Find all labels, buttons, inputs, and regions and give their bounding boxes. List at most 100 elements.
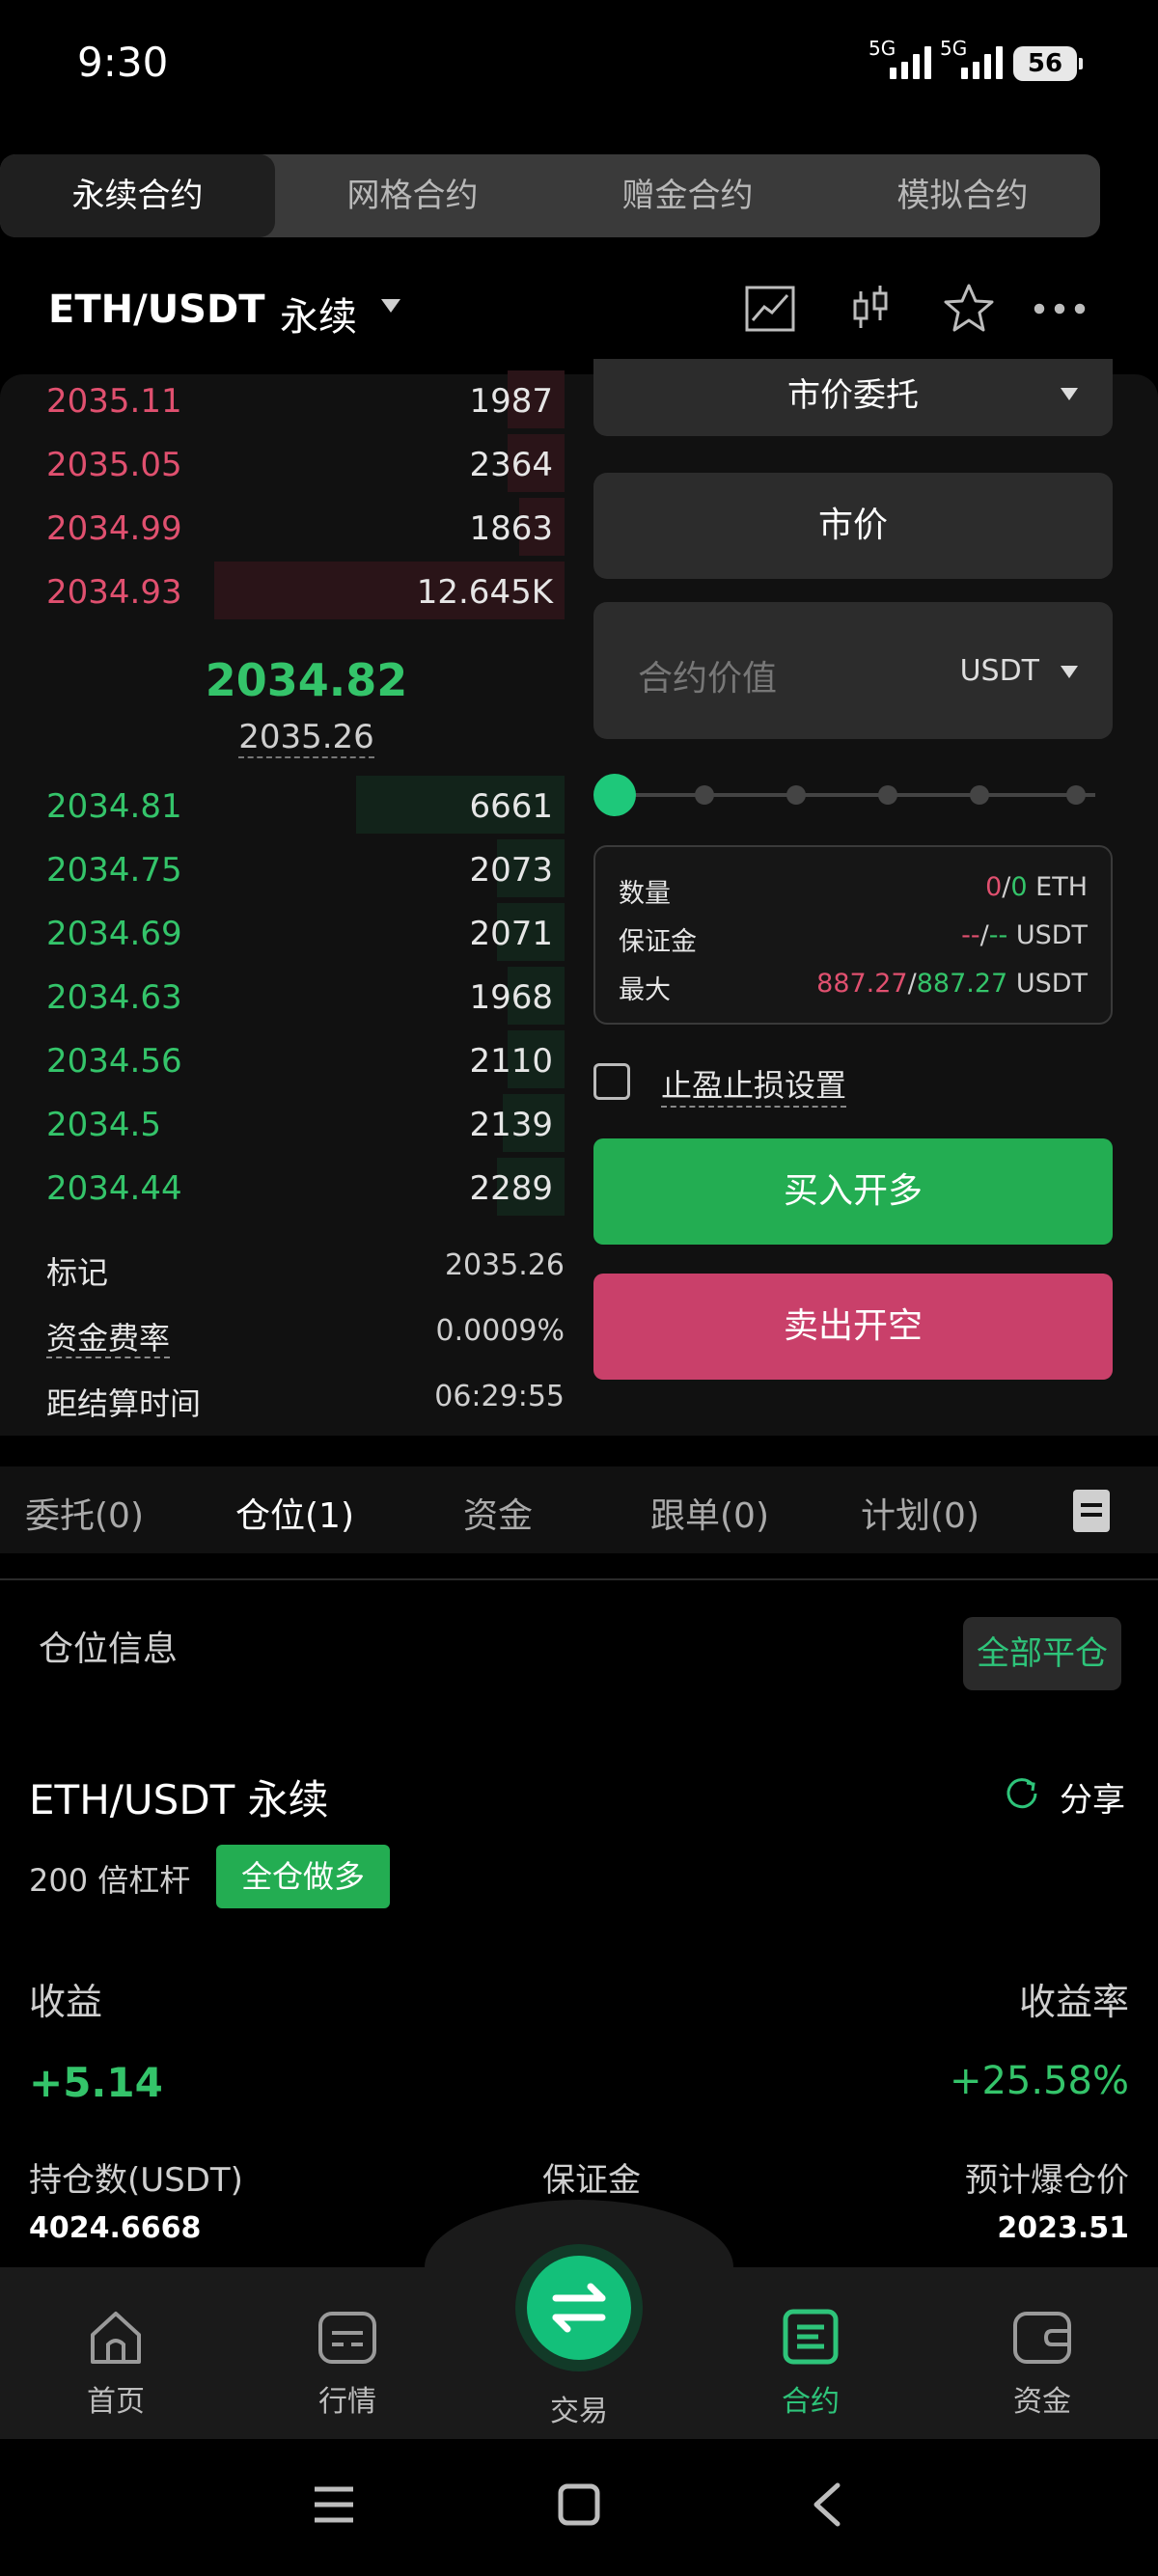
qty-value: 0/0 ETH — [985, 872, 1088, 902]
hold-label: 持仓数(USDT) — [29, 2161, 243, 2200]
chart-icon[interactable] — [743, 282, 797, 336]
tab-positions[interactable]: 仓位(1) — [235, 1488, 354, 1538]
max-value: 887.27/887.27 USDT — [816, 969, 1088, 999]
bid-row[interactable]: 2034.44 2289 — [0, 1158, 565, 1216]
funding-label[interactable]: 资金费率 — [46, 1320, 171, 1358]
tab-funds[interactable]: 资金 — [463, 1488, 533, 1538]
bid-price: 2034.75 — [46, 851, 182, 890]
trade-area: 2035.11 1987 2035.05 2364 2034.99 1863 2034.93… — [0, 359, 1158, 1436]
max-row: 最大 887.27/887.27 USDT — [619, 969, 1088, 1006]
slider-step[interactable] — [1066, 785, 1086, 805]
close-all-button[interactable]: 全部平仓 — [963, 1617, 1121, 1690]
position-side-badge: 全仓做多 — [216, 1845, 390, 1908]
bid-row[interactable]: 2034.63 1968 — [0, 967, 565, 1025]
mark-value: 2035.26 — [444, 1248, 565, 1282]
ask-row[interactable]: 2034.93 12.645K — [0, 562, 565, 619]
share-button[interactable]: 分享 — [1060, 1773, 1125, 1821]
nav-trade-label[interactable]: 交易 — [511, 2387, 647, 2429]
ask-row[interactable]: 2034.99 1863 — [0, 498, 565, 556]
contract-value-placeholder: 合约价值 — [638, 659, 778, 699]
last-price: 2034.82 — [205, 654, 408, 706]
home-square-icon[interactable] — [558, 2483, 600, 2526]
divider — [0, 1578, 1158, 1580]
bid-qty: 2071 — [469, 915, 553, 953]
swap-icon — [552, 2283, 606, 2333]
menu-icon[interactable] — [311, 2483, 357, 2526]
bid-qty: 2073 — [469, 851, 553, 890]
buy-long-button[interactable]: 买入开多 — [593, 1138, 1113, 1245]
nav-wallet-label: 资金 — [1013, 2385, 1071, 2419]
bid-qty: 2139 — [469, 1106, 553, 1144]
funding-row: 资金费率 0.0009% — [46, 1314, 565, 1358]
nav-contract[interactable]: 合约 — [743, 2306, 878, 2420]
bid-price: 2034.63 — [46, 978, 182, 1017]
ask-row[interactable]: 2035.05 2364 — [0, 434, 565, 492]
ask-price: 2035.11 — [46, 382, 182, 421]
nav-market-label: 行情 — [318, 2385, 376, 2419]
status-bar: 9:30 5G 5G 56 — [0, 0, 1158, 135]
back-icon[interactable] — [809, 2481, 843, 2528]
pnl-label: 收益 — [29, 1981, 103, 2023]
tab-demo[interactable]: 模拟合约 — [825, 154, 1100, 237]
amount-slider[interactable] — [593, 774, 1095, 816]
tab-orders[interactable]: 委托(0) — [25, 1488, 144, 1538]
bid-row[interactable]: 2034.56 2110 — [0, 1030, 565, 1088]
position-pair[interactable]: ETH/USDT 永续 — [29, 1768, 329, 1826]
nav-trade-button[interactable] — [527, 2256, 631, 2360]
tab-bonus[interactable]: 赠金合约 — [550, 154, 825, 237]
more-icon[interactable] — [1033, 282, 1087, 336]
tab-perpetual[interactable]: 永续合约 — [0, 154, 275, 237]
ask-row[interactable]: 2035.11 1987 — [0, 370, 565, 428]
slider-step[interactable] — [878, 785, 897, 805]
mark-label: 标记 — [46, 1254, 109, 1291]
nav-contract-label: 合约 — [782, 2385, 840, 2419]
hold-value: 4024.6668 — [29, 2211, 202, 2245]
ask-qty: 1987 — [469, 382, 553, 421]
pair-type[interactable]: 永续 — [280, 286, 357, 342]
ask-qty: 12.645K — [416, 573, 553, 612]
unit-select[interactable]: USDT — [960, 654, 1039, 688]
document-icon[interactable] — [1073, 1490, 1110, 1532]
slider-thumb[interactable] — [593, 774, 636, 816]
tab-copy[interactable]: 跟单(0) — [650, 1488, 769, 1538]
bid-price: 2034.81 — [46, 787, 182, 826]
sell-short-button[interactable]: 卖出开空 — [593, 1274, 1113, 1380]
tab-plans[interactable]: 计划(0) — [861, 1488, 979, 1538]
chevron-down-icon[interactable] — [381, 299, 400, 313]
status-time: 9:30 — [77, 39, 169, 86]
tab-grid[interactable]: 网格合约 — [275, 154, 550, 237]
pair-title[interactable]: ETH/USDT — [48, 288, 264, 332]
nav-home[interactable]: 首页 — [48, 2306, 183, 2420]
signal-bars-2-icon — [961, 44, 1003, 79]
bid-row[interactable]: 2034.75 2073 — [0, 839, 565, 897]
roe-label: 收益率 — [1018, 1981, 1129, 2023]
bid-price: 2034.44 — [46, 1169, 182, 1208]
slider-step[interactable] — [786, 785, 806, 805]
qty-label: 数量 — [619, 879, 671, 909]
nav-market[interactable]: 行情 — [280, 2306, 415, 2420]
tpsl-label[interactable]: 止盈止损设置 — [661, 1061, 847, 1108]
home-icon — [91, 2312, 141, 2364]
settle-row: 距结算时间 06:29:55 — [46, 1380, 565, 1424]
bid-row[interactable]: 2034.5 2139 — [0, 1094, 565, 1152]
order-type-select[interactable]: 市价委托 — [593, 359, 1113, 436]
slider-step[interactable] — [970, 785, 989, 805]
share-icon[interactable] — [1004, 1775, 1040, 1812]
mark-row: 标记 2035.26 — [46, 1248, 565, 1293]
contract-value-input[interactable]: 合约价值 USDT — [593, 602, 1113, 739]
tpsl-checkbox[interactable] — [593, 1063, 630, 1100]
chevron-down-icon[interactable] — [1061, 666, 1078, 678]
bid-row[interactable]: 2034.69 2071 — [0, 903, 565, 961]
pnl-value: +5.14 — [29, 2059, 163, 2106]
star-icon[interactable] — [942, 282, 996, 336]
ask-price: 2034.93 — [46, 573, 182, 612]
bid-row[interactable]: 2034.81 6661 — [0, 776, 565, 834]
wallet-icon — [1013, 2312, 1071, 2364]
position-info-title: 仓位信息 — [39, 1630, 179, 1669]
market-price-field[interactable]: 市价 — [593, 473, 1113, 579]
signal-bars-1-icon — [890, 44, 931, 79]
nav-wallet[interactable]: 资金 — [975, 2306, 1110, 2420]
ask-price: 2034.99 — [46, 509, 182, 548]
slider-step[interactable] — [695, 785, 714, 805]
candlestick-icon[interactable] — [843, 282, 897, 336]
